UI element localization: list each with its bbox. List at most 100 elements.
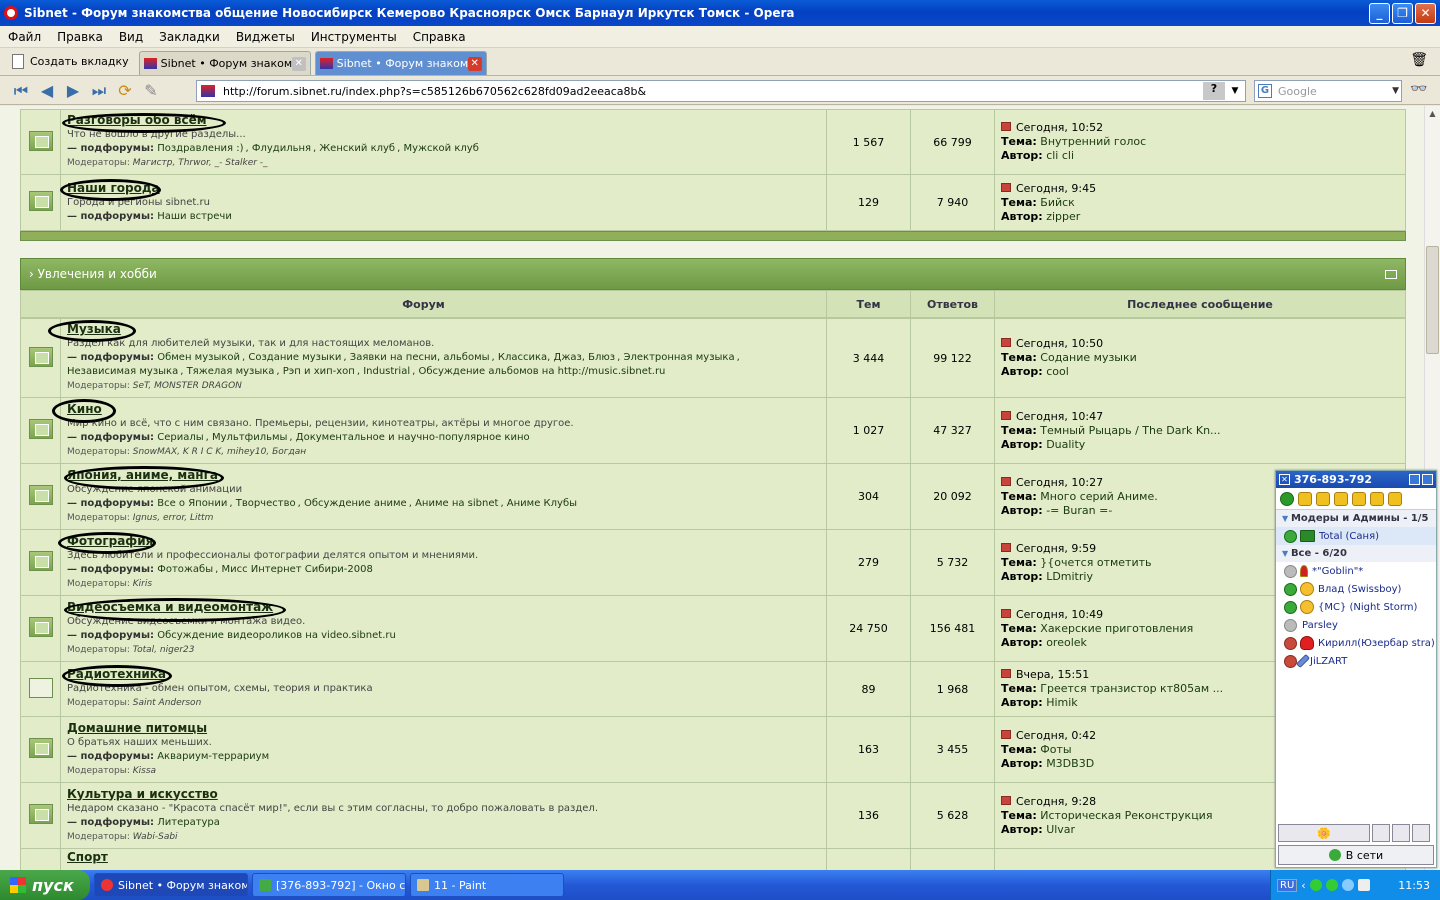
last-post-author-link[interactable]: LDmitriy xyxy=(1046,570,1093,583)
subforum-link[interactable]: Industrial xyxy=(363,366,410,377)
subforum-link[interactable]: Творчество xyxy=(236,498,296,509)
menu-widgets[interactable]: Виджеты xyxy=(228,30,303,44)
moderator-link[interactable]: MONSTER DRAGON xyxy=(154,381,242,391)
last-post-author-link[interactable]: zipper xyxy=(1046,210,1080,223)
close-button[interactable]: ✕ xyxy=(1415,3,1436,24)
subforum-link[interactable]: Аквариум-террариум xyxy=(157,751,269,762)
minimize-button[interactable]: _ xyxy=(1369,3,1390,24)
moderator-link[interactable]: SeT xyxy=(133,381,149,391)
moderator-link[interactable]: Богдан xyxy=(272,447,306,457)
new-tab-button[interactable]: Создать вкладку xyxy=(6,49,135,73)
icq-tray-icon[interactable] xyxy=(1309,879,1322,891)
subforum-link[interactable]: Обсуждение альбомов на http://music.sibn… xyxy=(418,366,665,377)
moderator-link[interactable]: Total xyxy=(133,645,154,655)
icq-main-menu-button[interactable]: 🌼 xyxy=(1278,824,1370,842)
last-post-author-link[interactable]: -= Buran =- xyxy=(1046,504,1112,517)
icq-contact[interactable]: Parsley xyxy=(1276,616,1436,634)
icq-flower-icon[interactable] xyxy=(1280,491,1294,506)
subforum-link[interactable]: Аниме на sibnet xyxy=(415,498,498,509)
subforum-link[interactable]: Независимая музыка xyxy=(67,366,178,377)
subforum-link[interactable]: Поздравления :) xyxy=(157,143,243,154)
subforum-link[interactable]: Рэп и хип-хоп xyxy=(283,366,355,377)
icq-settings-icon[interactable] xyxy=(1409,474,1420,485)
last-post-icon[interactable] xyxy=(1001,410,1011,420)
icq-sound-icon[interactable] xyxy=(1316,491,1330,506)
volume-icon[interactable] xyxy=(1357,879,1370,891)
rewind-icon[interactable]: ⏮ xyxy=(8,80,34,102)
subforum-link[interactable]: Документальное и научно-популярное кино xyxy=(296,432,530,443)
menu-tools[interactable]: Инструменты xyxy=(303,30,405,44)
forum-title-link[interactable]: Спорт xyxy=(67,850,108,864)
taskbar-item-paint[interactable]: 11 - Paint xyxy=(410,873,564,897)
forum-title-link[interactable]: Разговоры обо всём xyxy=(67,113,207,127)
collapse-icon[interactable] xyxy=(1385,269,1397,279)
icq-sound-toggle-icon[interactable] xyxy=(1412,824,1430,842)
moderator-link[interactable]: Wabi-Sabi xyxy=(133,832,178,842)
icq-tools-icon[interactable] xyxy=(1370,491,1384,506)
moderator-link[interactable]: mihey10 xyxy=(227,447,266,457)
fast-forward-icon[interactable]: ⏭ xyxy=(86,80,112,102)
subforum-link[interactable]: Аниме Клубы xyxy=(507,498,577,509)
tab-2-active[interactable]: Sibnet • Форум знаком... ✕ xyxy=(314,51,487,75)
forum-title-link[interactable]: Видеосъемка и видеомонтаж xyxy=(67,600,273,614)
menu-file[interactable]: Файл xyxy=(0,30,49,44)
edit-icon[interactable]: ✎ xyxy=(138,80,164,102)
icq-contact[interactable]: Total (Саня) xyxy=(1276,527,1436,545)
search-dropdown-icon[interactable]: ▼ xyxy=(1392,86,1399,96)
moderator-link[interactable]: SnowMAX xyxy=(133,447,177,457)
trash-icon[interactable]: 🗑 xyxy=(1410,52,1428,68)
last-post-topic-link[interactable]: Бийск xyxy=(1040,196,1075,209)
subforum-link[interactable]: Литература xyxy=(157,817,220,828)
subforum-link[interactable]: Наши встречи xyxy=(157,211,232,222)
tab-close-icon[interactable]: ✕ xyxy=(291,56,306,71)
last-post-icon[interactable] xyxy=(1001,122,1011,131)
icq-contact[interactable]: JiLZART xyxy=(1276,652,1436,670)
moderator-link[interactable]: Kiris xyxy=(133,579,152,589)
last-post-icon[interactable] xyxy=(1001,542,1011,552)
last-post-topic-link[interactable]: Внутренний голос xyxy=(1040,135,1146,148)
icq-contact[interactable]: Влад (Swissboy) xyxy=(1276,580,1436,598)
last-post-icon[interactable] xyxy=(1001,182,1011,192)
last-post-topic-link[interactable]: Фоты xyxy=(1040,743,1071,756)
help-button[interactable]: ? xyxy=(1203,82,1225,100)
subforum-link[interactable]: Обсуждение аниме xyxy=(304,498,407,509)
forum-title-link[interactable]: Домашние питомцы xyxy=(67,721,207,735)
icq-minimize-icon[interactable] xyxy=(1422,474,1433,485)
tray-expand-icon[interactable]: ‹ xyxy=(1301,879,1305,892)
last-post-icon[interactable] xyxy=(1001,608,1011,618)
tab-1[interactable]: Sibnet • Форум знаком... ✕ xyxy=(138,51,311,75)
subforum-link[interactable]: Создание музыки xyxy=(248,352,341,363)
language-indicator[interactable]: RU xyxy=(1277,878,1298,892)
moderator-link[interactable]: Ignus xyxy=(133,513,157,523)
last-post-icon[interactable] xyxy=(1001,729,1011,739)
icq-contact[interactable]: *"Goblin"* xyxy=(1276,562,1436,580)
last-post-author-link[interactable]: oreolek xyxy=(1046,636,1087,649)
subforum-link[interactable]: Мультфильмы xyxy=(212,432,287,443)
last-post-topic-link[interactable]: Хакерские приготовления xyxy=(1040,622,1193,635)
moderator-link[interactable]: niger23 xyxy=(160,645,195,655)
last-post-author-link[interactable]: cli cli xyxy=(1046,149,1074,162)
subforum-link[interactable]: Все о Японии xyxy=(157,498,227,509)
taskbar-item-opera[interactable]: Sibnet • Форум знаком... xyxy=(94,873,248,897)
forum-title-link[interactable]: Кино xyxy=(67,402,102,416)
icq-find-user-icon[interactable] xyxy=(1372,824,1390,842)
last-post-author-link[interactable]: Ulvar xyxy=(1046,823,1075,836)
last-post-author-link[interactable]: Duality xyxy=(1046,438,1085,451)
last-post-icon[interactable] xyxy=(1001,669,1011,678)
icq-close-icon[interactable]: ✕ xyxy=(1279,474,1290,485)
tray-app-icon[interactable] xyxy=(1325,879,1338,891)
subforum-link[interactable]: Обсуждение видеороликов на video.sibnet.… xyxy=(157,630,396,641)
last-post-icon[interactable] xyxy=(1001,795,1011,805)
menu-help[interactable]: Справка xyxy=(405,30,474,44)
subforum-link[interactable]: Обмен музыкой xyxy=(157,352,240,363)
moderator-link[interactable]: _- Stalker -_ xyxy=(215,158,268,168)
last-post-topic-link[interactable]: Историческая Реконструкция xyxy=(1040,809,1212,822)
last-post-topic-link[interactable]: Содание музыки xyxy=(1040,351,1137,364)
last-post-topic-link[interactable]: }{очется отметить xyxy=(1040,556,1151,569)
last-post-author-link[interactable]: cool xyxy=(1046,365,1069,378)
address-field[interactable]: http://forum.sibnet.ru/index.php?s=c5851… xyxy=(196,80,1246,102)
icq-add-contact-icon[interactable] xyxy=(1392,824,1410,842)
subforum-link[interactable]: Электронная музыка xyxy=(624,352,735,363)
restore-button[interactable]: ❐ xyxy=(1392,3,1413,24)
forum-title-link[interactable]: Музыка xyxy=(67,322,121,336)
